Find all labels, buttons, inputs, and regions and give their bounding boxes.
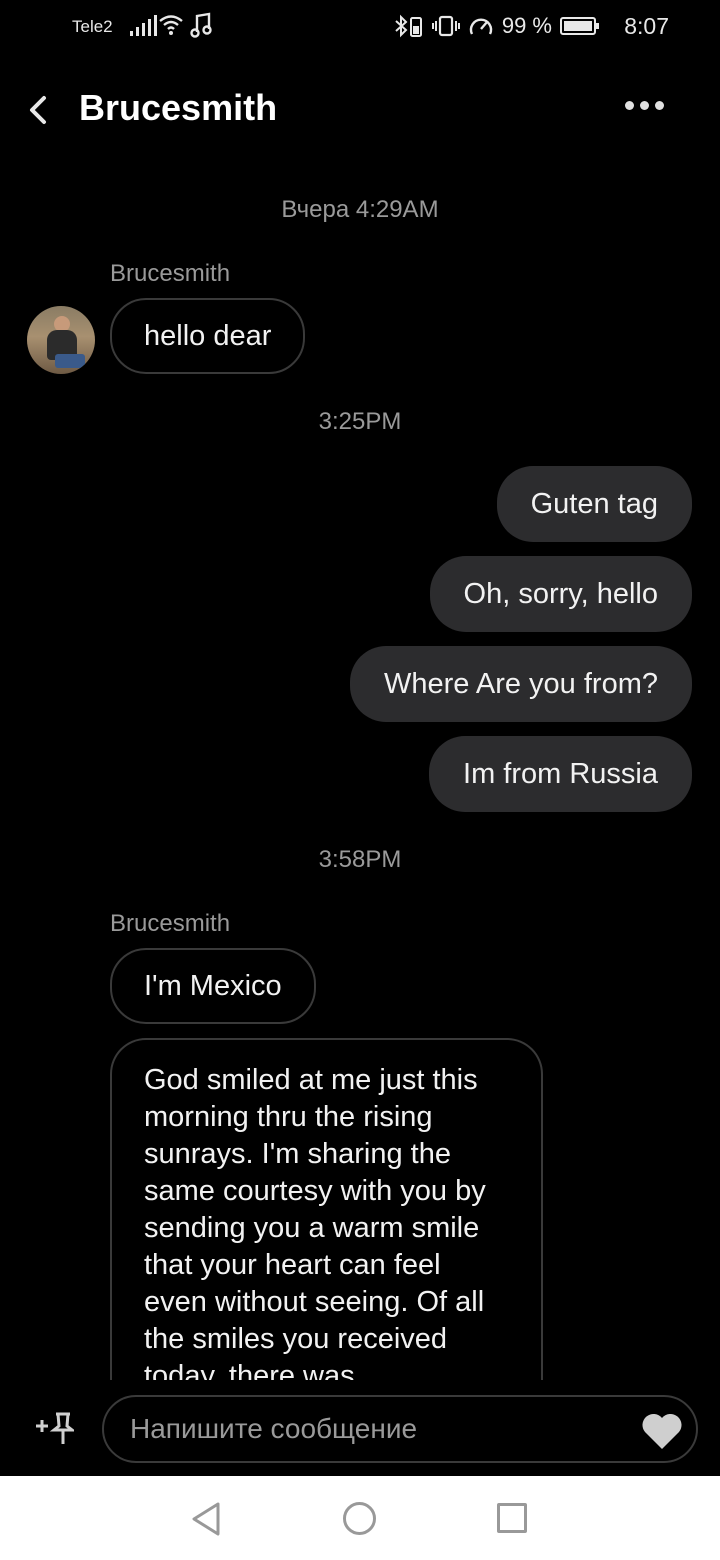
avatar[interactable] xyxy=(27,306,95,374)
plus-pin-icon[interactable] xyxy=(34,1410,74,1446)
incoming-message[interactable]: I'm Mexico xyxy=(110,948,316,1024)
more-dots-icon[interactable] xyxy=(625,101,664,110)
incoming-message[interactable]: hello dear xyxy=(110,298,306,374)
timestamp: 3:25PM xyxy=(318,408,402,435)
chat-header: Brucesmith xyxy=(0,70,720,150)
timestamp: 3:58PM xyxy=(318,846,402,873)
outgoing-message[interactable]: Guten tag xyxy=(496,466,692,542)
message-input[interactable] xyxy=(130,1397,630,1461)
status-bar: Tele2 99 % 8:07 xyxy=(0,0,720,56)
message-input-wrapper xyxy=(102,1395,698,1463)
timestamp: Вчера 4:29AM xyxy=(281,196,439,223)
speed-gauge-icon xyxy=(469,18,493,35)
clock: 8:07 xyxy=(624,13,669,39)
sender-name: Brucesmith xyxy=(110,910,231,937)
signal-icon xyxy=(130,14,157,36)
page-title[interactable]: Brucesmith xyxy=(79,87,277,129)
nav-recents-icon[interactable] xyxy=(497,1503,527,1533)
battery-icon xyxy=(560,17,599,35)
nav-home-icon[interactable] xyxy=(343,1502,376,1535)
battery-percent: 99 % xyxy=(501,13,552,38)
system-nav-bar xyxy=(0,1476,720,1560)
outgoing-message[interactable]: Where Are you from? xyxy=(350,646,692,722)
heart-icon[interactable] xyxy=(640,1411,684,1451)
nav-back-icon[interactable] xyxy=(190,1501,222,1537)
back-icon[interactable] xyxy=(22,90,58,130)
wifi-icon xyxy=(159,15,183,35)
sender-name: Brucesmith xyxy=(110,260,231,287)
bluetooth-battery-icon xyxy=(395,14,422,38)
incoming-message-long[interactable]: God smiled at me just this morning thru … xyxy=(110,1038,543,1398)
carrier-label: Tele2 xyxy=(72,17,113,36)
vibrate-icon xyxy=(431,15,460,37)
outgoing-message[interactable]: Im from Russia xyxy=(429,736,692,812)
music-note-icon xyxy=(190,12,212,38)
outgoing-message[interactable]: Oh, sorry, hello xyxy=(429,556,692,632)
message-composer xyxy=(0,1380,720,1476)
